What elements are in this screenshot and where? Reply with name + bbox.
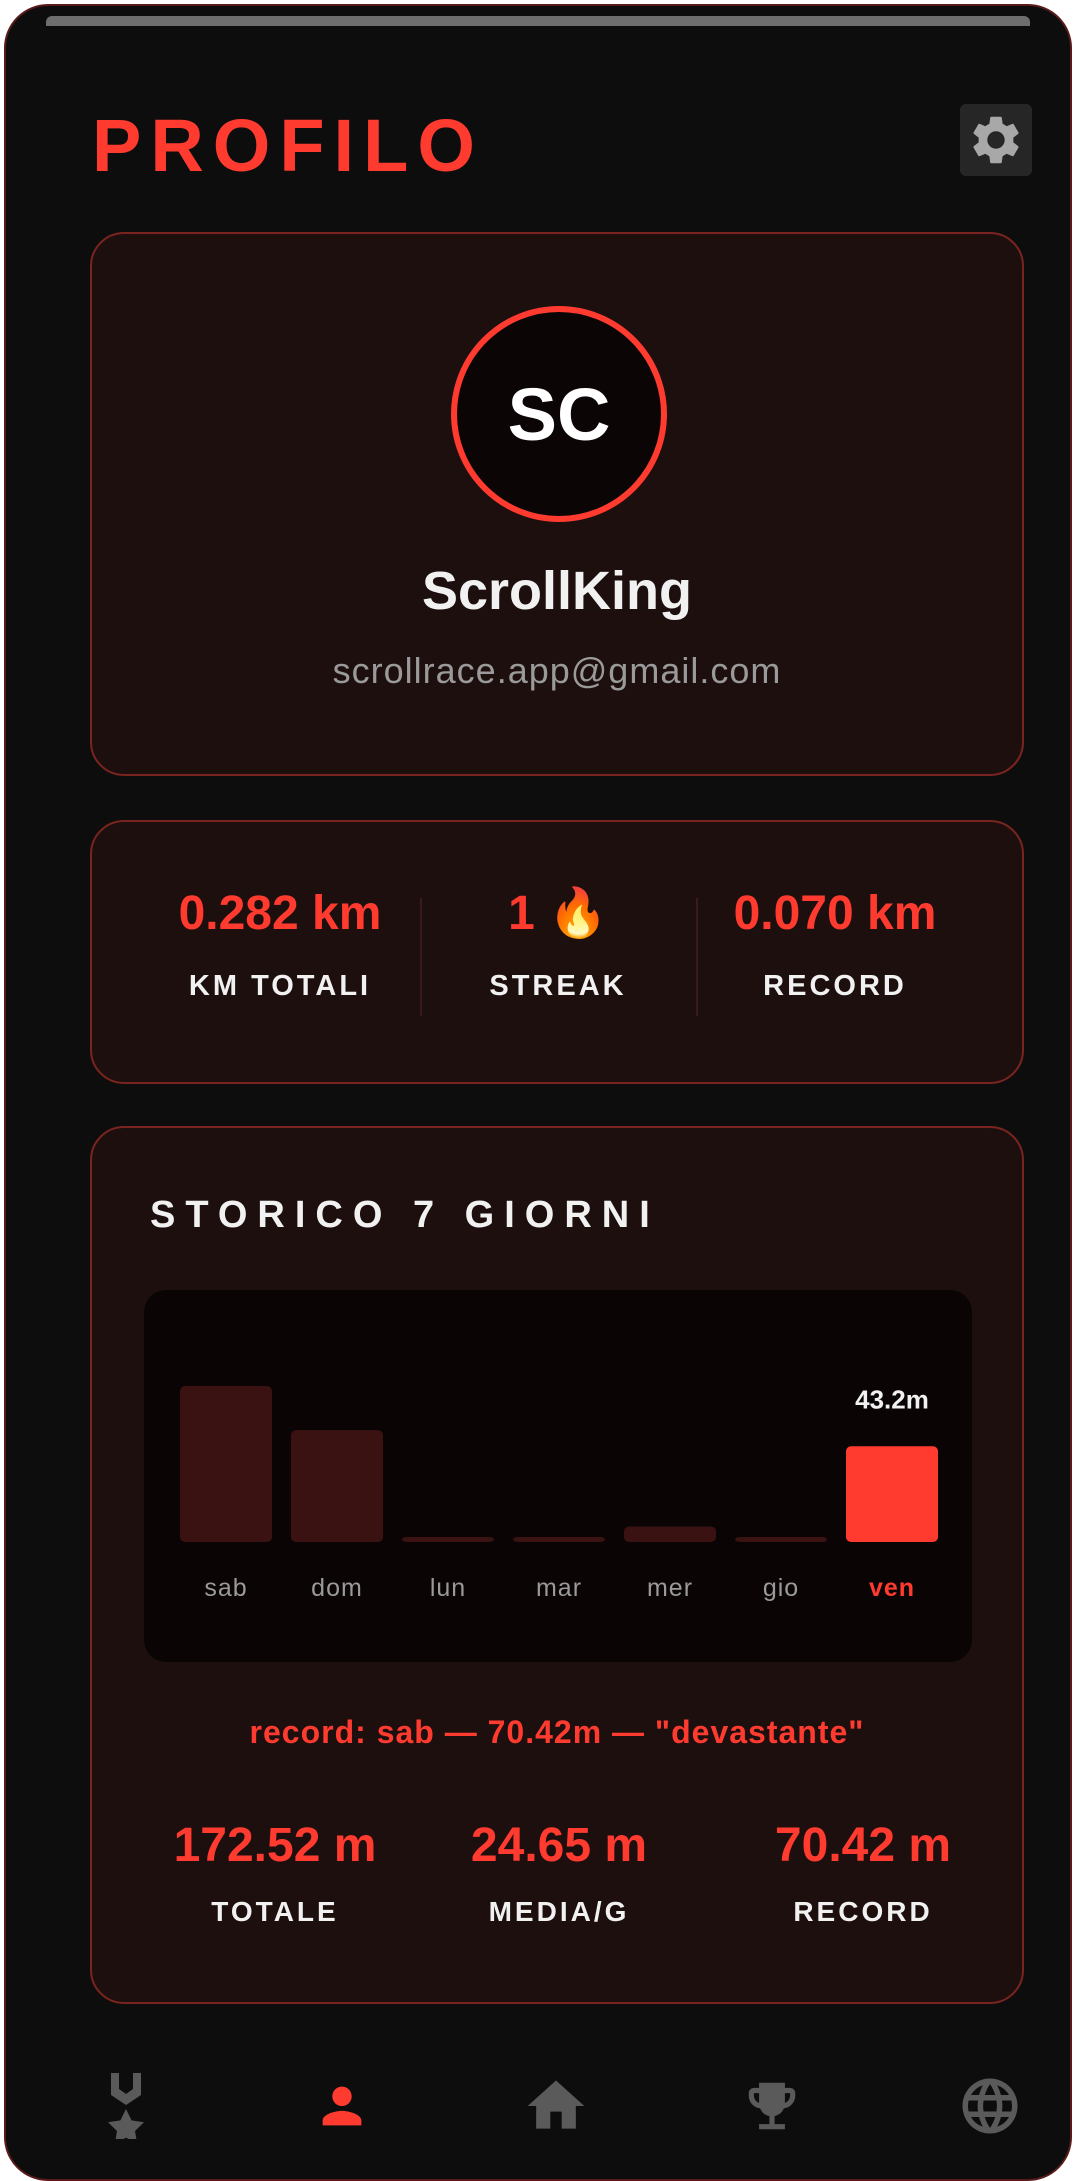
summary-record: 70.42 m RECORD xyxy=(708,1818,1018,1928)
stat-value: 1 🔥 xyxy=(508,887,608,940)
data-label-highlight: 43.2m xyxy=(855,1384,929,1414)
stat-label: KM TOTALI xyxy=(188,970,372,1002)
history-chart: sab dom lun mar mer gio ven 43.2m xyxy=(144,1290,972,1662)
summary-value: 24.65 m xyxy=(470,1819,648,1872)
tick-label-mar: mar xyxy=(536,1574,582,1602)
nav-profile[interactable] xyxy=(292,2056,392,2156)
user-email: scrollrace.app@gmail.com xyxy=(332,650,782,691)
stat-value: 0.070 km xyxy=(733,887,937,940)
tick-label-gio: gio xyxy=(763,1574,799,1602)
person-icon xyxy=(322,2086,362,2126)
summary-value: 70.42 m xyxy=(774,1819,952,1872)
nav-global[interactable] xyxy=(940,2056,1040,2156)
profile-card: SC ScrollKing scrollrace.app@gmail.com xyxy=(90,232,1024,776)
summary-label: RECORD xyxy=(793,1896,933,1927)
globe-icon xyxy=(962,2078,1018,2134)
trophy-icon xyxy=(748,2082,796,2130)
bar-ven xyxy=(846,1446,938,1542)
home-icon xyxy=(527,2080,585,2129)
record-note: record: sab — 70.42m — "devastante" xyxy=(249,1714,865,1750)
tick-label-lun: lun xyxy=(430,1574,466,1602)
history-card: STORICO 7 GIORNI sab dom lun mar mer gio ven 43… xyxy=(90,1126,1024,2004)
stat-km-totali: 0.282 km KM TOTALI xyxy=(130,886,430,1003)
tick-label-ven: ven xyxy=(869,1574,915,1602)
medal-icon xyxy=(108,2073,144,2139)
summary-value: 172.52 m xyxy=(173,1819,377,1872)
bar-chart: sab dom lun mar mer gio ven 43.2m xyxy=(180,1384,938,1602)
stat-label: STREAK xyxy=(489,970,627,1002)
bar-gio xyxy=(735,1537,827,1542)
status-bar-edge xyxy=(46,16,1030,26)
nav-medals[interactable] xyxy=(76,2056,176,2156)
stat-streak: 1 🔥 STREAK xyxy=(408,886,708,1003)
avatar-initials: SC xyxy=(507,372,611,456)
bar-mer xyxy=(624,1526,716,1542)
page-title: PROFILO xyxy=(92,104,484,187)
quick-stats-card: 0.282 km KM TOTALI 1 🔥 STREAK 0.070 km R… xyxy=(90,820,1024,1084)
app-screen: PROFILO SC ScrollKing scrollrace.app@gma… xyxy=(4,4,1072,2181)
bar-lun xyxy=(402,1537,494,1542)
summary-label: MEDIA/G xyxy=(488,1896,630,1927)
stat-record: 0.070 km RECORD xyxy=(685,886,985,1003)
header: PROFILO xyxy=(92,104,1032,187)
avatar[interactable]: SC xyxy=(451,306,667,522)
settings-button[interactable] xyxy=(960,104,1032,176)
summary-totale: 172.52 m TOTALE xyxy=(120,1818,430,1928)
bottom-nav xyxy=(6,2056,1070,2156)
summary-media: 24.65 m MEDIA/G xyxy=(404,1818,714,1928)
section-title: STORICO 7 GIORNI xyxy=(150,1194,660,1236)
nav-home[interactable] xyxy=(506,2056,606,2156)
username: ScrollKing xyxy=(421,561,693,621)
bar-dom xyxy=(291,1430,383,1542)
nav-leaderboard[interactable] xyxy=(722,2056,822,2156)
gear-icon xyxy=(973,116,1019,164)
stat-label: RECORD xyxy=(763,970,907,1002)
bar-mar xyxy=(513,1537,605,1542)
tick-label-sab: sab xyxy=(204,1574,247,1602)
tick-label-dom: dom xyxy=(311,1574,363,1602)
stat-value: 0.282 km xyxy=(178,887,382,940)
summary-label: TOTALE xyxy=(211,1896,339,1927)
bar-sab xyxy=(180,1386,272,1542)
tick-label-mer: mer xyxy=(647,1574,693,1602)
